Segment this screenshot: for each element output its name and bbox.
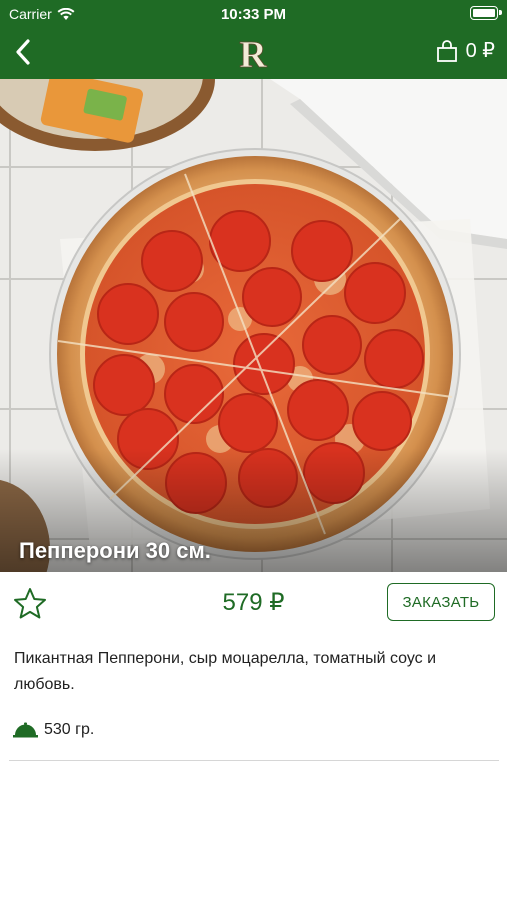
cart-button[interactable]: 0 ₽	[436, 38, 495, 63]
product-description: Пикантная Пепперони, сыр моцарелла, тома…	[14, 650, 437, 693]
brand-logo[interactable]: R	[233, 31, 273, 77]
logo-letter: R	[239, 34, 267, 73]
product-title: Пепперони 30 см.	[19, 538, 211, 563]
product-weight: 530 гр.	[13, 721, 94, 739]
pizza-image	[0, 79, 507, 572]
app-header: Carrier 10:33 PM R 0 ₽	[0, 0, 507, 79]
back-button[interactable]	[8, 36, 38, 68]
back-chevron-icon	[16, 39, 30, 65]
divider	[9, 760, 499, 761]
cart-bag-icon	[436, 39, 457, 62]
battery-icon	[470, 6, 502, 20]
dish-cloche-icon	[13, 722, 38, 738]
product-actions: 579 ₽ ЗАКАЗАТЬ	[0, 572, 507, 634]
order-button[interactable]: ЗАКАЗАТЬ	[387, 583, 495, 621]
status-time: 10:33 PM	[220, 6, 287, 23]
status-bar: Carrier 10:33 PM	[0, 0, 507, 28]
cart-total: 0 ₽	[465, 40, 495, 62]
weight-value: 530 гр.	[44, 721, 95, 738]
product-photo	[0, 79, 507, 572]
